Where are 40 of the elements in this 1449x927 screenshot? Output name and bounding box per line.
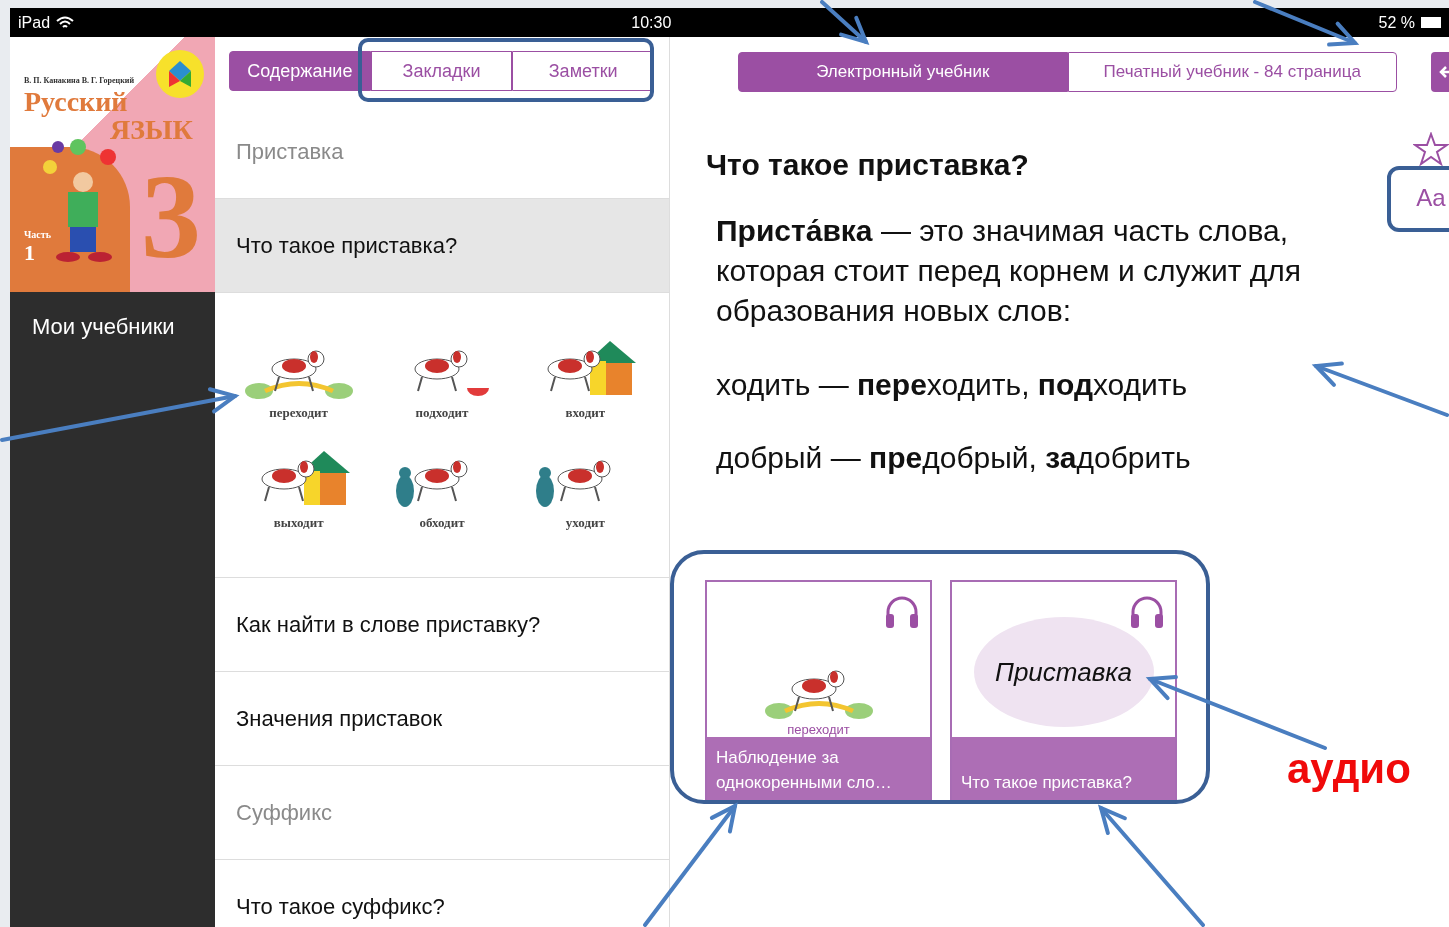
cover-title: ЯЗЫК <box>110 117 194 143</box>
example-text: добрый — предобрый, задобрить <box>716 440 1191 476</box>
device-name: iPad <box>18 12 51 33</box>
cover-part-number: 1 <box>24 242 36 264</box>
image-caption: переходит <box>787 723 850 737</box>
card-caption: Что такое приставка? <box>961 772 1132 794</box>
definition-text: Приста́вка — это значимая часть слова, которая стоит перед корнем и служит для образования новых слов: <box>715 213 1303 329</box>
tab[interactable]: Электронный учебник <box>738 52 1068 92</box>
back-arrow-icon <box>1439 65 1449 79</box>
contents-item[interactable]: Что такое приставка? <box>215 199 669 293</box>
card-caption: Наблюдение за однокоренными сло… <box>716 747 893 794</box>
picture-caption: уходит <box>565 514 605 532</box>
article-title: Что такое приставка? <box>706 147 1029 183</box>
bubble-word: Приставка <box>995 655 1132 689</box>
picture-caption: выходит <box>273 514 324 532</box>
wifi-icon <box>56 15 75 30</box>
clock-time: 10:30 <box>631 12 672 33</box>
font-size-button[interactable]: Aa <box>1416 180 1446 216</box>
cover-authors: В. П. Канакина В. Г. Горецкий <box>24 75 136 87</box>
star-icon[interactable] <box>1413 132 1449 166</box>
audio-annotation: аудио <box>1287 744 1411 794</box>
school-logo-icon <box>155 49 205 99</box>
picture-caption: переходит <box>269 404 328 422</box>
example-text: ходить — переходить, подходить <box>716 367 1188 403</box>
tab[interactable]: Содержание <box>229 51 371 91</box>
highlight-frame <box>1387 166 1449 232</box>
picture-caption: обходит <box>419 514 465 532</box>
tab[interactable]: Закладки <box>370 51 513 91</box>
media-card[interactable]: переходит Наблюдение за однокоренными сло… <box>705 580 932 803</box>
battery-icon <box>1421 17 1441 28</box>
book-cover[interactable]: В. П. Канакина В. Г. Горецкий Русский ЯЗЫК Часть 1 3 <box>10 37 215 292</box>
tab[interactable]: Печатный учебник - 84 страница <box>1067 52 1397 92</box>
my-books-label[interactable]: Мои учебники <box>10 292 215 343</box>
picture-caption: входит <box>565 404 606 422</box>
picture-caption: подходит <box>415 404 469 422</box>
cover-grade: 3 <box>141 157 201 277</box>
media-card[interactable]: Приставка Что такое приставка? <box>950 580 1177 803</box>
cover-part-label: Часть <box>24 228 51 242</box>
battery-percent: 52 % <box>1378 12 1415 33</box>
cover-title: Русский <box>24 87 129 117</box>
